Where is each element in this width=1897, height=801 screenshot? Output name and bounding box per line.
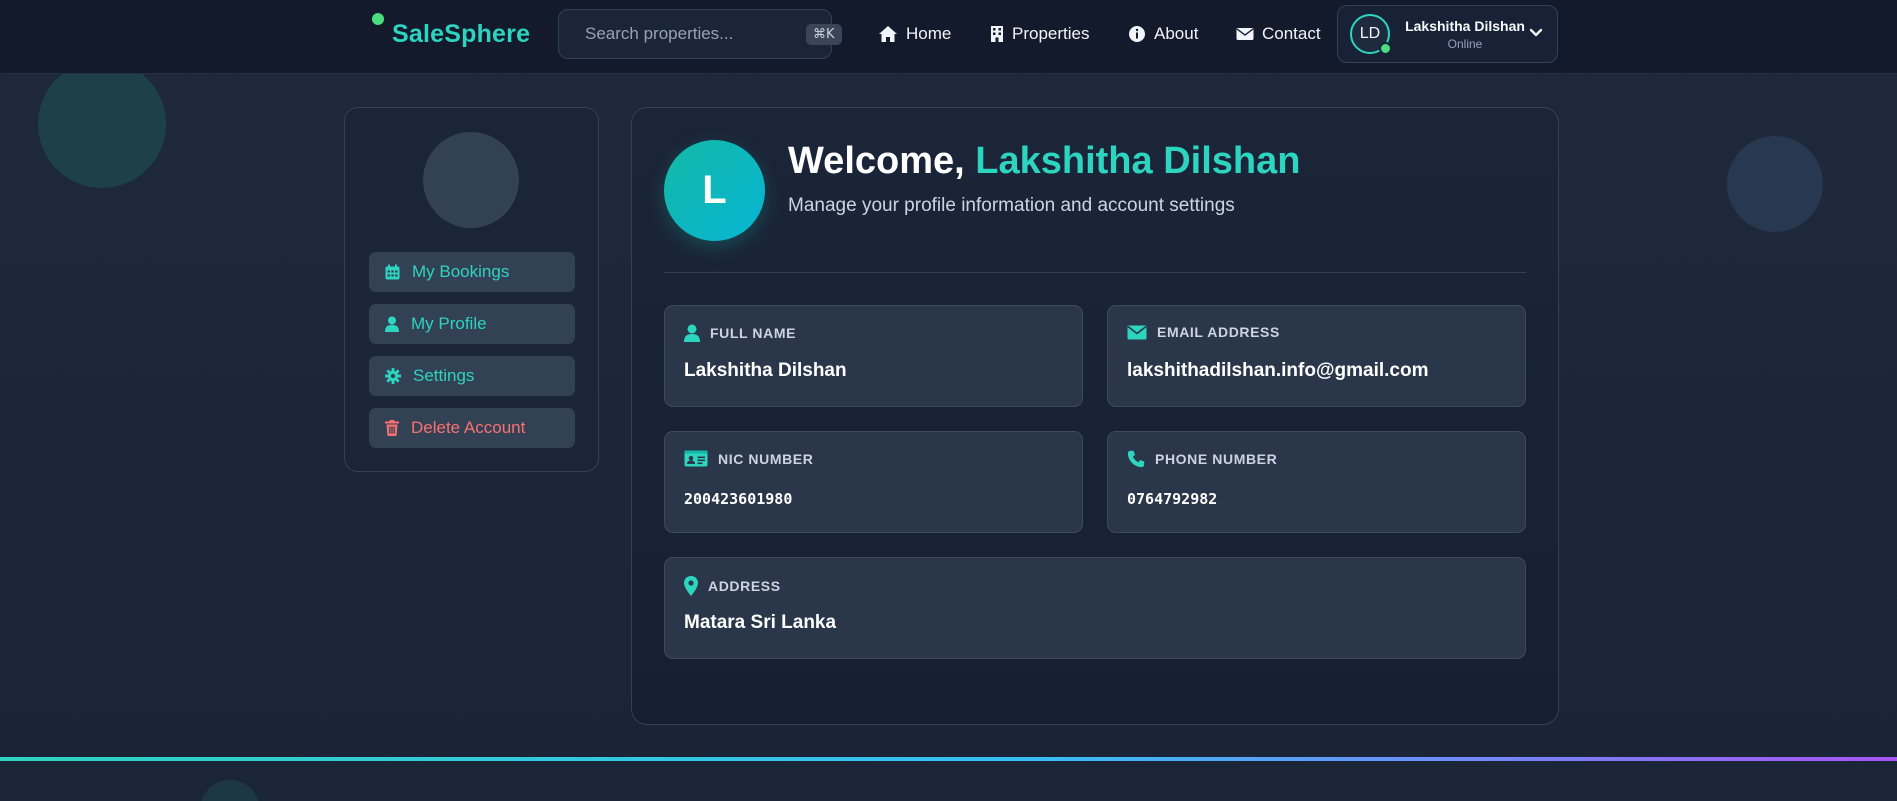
sidebar-item-my-bookings[interactable]: My Bookings bbox=[369, 252, 575, 292]
phone-field: PHONE NUMBER 0764792982 bbox=[1107, 431, 1526, 533]
top-navbar: SaleSphere ⌘K Home Properties bbox=[0, 0, 1897, 74]
field-header: NIC NUMBER bbox=[684, 450, 813, 467]
id-card-icon bbox=[684, 450, 708, 467]
field-label: PHONE NUMBER bbox=[1155, 451, 1278, 467]
nav-properties-label: Properties bbox=[1012, 24, 1090, 43]
nav-about-link[interactable]: About bbox=[1128, 18, 1198, 50]
field-header: FULL NAME bbox=[684, 324, 796, 342]
nav-home-link[interactable]: Home bbox=[878, 18, 951, 50]
gear-icon bbox=[385, 368, 401, 384]
divider bbox=[664, 272, 1526, 273]
sidebar-item-label: Settings bbox=[413, 366, 475, 385]
field-header: ADDRESS bbox=[684, 576, 781, 596]
full-name-field: FULL NAME Lakshitha Dilshan bbox=[664, 305, 1083, 407]
sidebar-item-my-profile[interactable]: My Profile bbox=[369, 304, 575, 344]
field-label: ADDRESS bbox=[708, 578, 781, 594]
map-pin-icon bbox=[684, 576, 698, 596]
email-value: lakshithadilshan.info@gmail.com bbox=[1127, 360, 1429, 381]
avatar-initials: LD bbox=[1359, 25, 1381, 42]
nav-about-label: About bbox=[1154, 24, 1199, 43]
home-icon bbox=[879, 26, 897, 42]
page-title: Welcome, Lakshitha Dilshan bbox=[788, 140, 1300, 183]
brand-logo[interactable]: SaleSphere bbox=[372, 12, 530, 56]
nav-properties-link[interactable]: Properties bbox=[990, 18, 1089, 50]
avatar: LD bbox=[1350, 14, 1392, 55]
envelope-icon bbox=[1236, 28, 1254, 40]
online-status-dot bbox=[1379, 42, 1392, 55]
sidebar-item-settings[interactable]: Settings bbox=[369, 356, 575, 396]
chevron-down-icon bbox=[1529, 28, 1543, 37]
envelope-icon bbox=[1127, 325, 1147, 339]
field-header: EMAIL ADDRESS bbox=[1127, 324, 1280, 340]
phone-value: 0764792982 bbox=[1127, 490, 1218, 508]
address-field: ADDRESS Matara Sri Lanka bbox=[664, 557, 1526, 659]
page-subtitle: Manage your profile information and acco… bbox=[788, 195, 1235, 216]
info-icon bbox=[1129, 26, 1145, 42]
user-icon bbox=[684, 324, 700, 342]
search-box: ⌘K bbox=[558, 9, 842, 59]
user-icon bbox=[385, 316, 399, 332]
sidebar-item-label: My Profile bbox=[411, 314, 487, 333]
building-icon bbox=[991, 26, 1003, 42]
search-input[interactable] bbox=[585, 24, 806, 44]
profile-avatar-initial: L bbox=[702, 168, 727, 212]
profile-card: L Welcome, Lakshitha Dilshan Manage your… bbox=[631, 107, 1559, 725]
nic-field: NIC NUMBER 200423601980 bbox=[664, 431, 1083, 533]
field-label: EMAIL ADDRESS bbox=[1157, 324, 1280, 340]
field-label: FULL NAME bbox=[710, 325, 797, 341]
user-name: Lakshitha Dilshan bbox=[1405, 17, 1525, 34]
profile-sidebar: My Bookings My Profile Settings Delete A… bbox=[344, 107, 599, 472]
user-status: Online bbox=[1447, 36, 1483, 51]
brand-status-dot bbox=[372, 13, 384, 25]
address-value: Matara Sri Lanka bbox=[684, 612, 837, 633]
phone-icon bbox=[1127, 450, 1145, 468]
background-decor-circle bbox=[38, 60, 166, 188]
full-name-value: Lakshitha Dilshan bbox=[684, 360, 847, 381]
footer bbox=[0, 761, 1897, 801]
sidebar-item-label: My Bookings bbox=[412, 262, 510, 281]
nic-value: 200423601980 bbox=[684, 490, 793, 508]
email-field: EMAIL ADDRESS lakshithadilshan.info@gmai… bbox=[1107, 305, 1526, 407]
background-decor-circle bbox=[1727, 136, 1823, 232]
user-info: Lakshitha Dilshan Online bbox=[1404, 18, 1526, 51]
nav-home-label: Home bbox=[906, 24, 952, 43]
search-shortcut-badge: ⌘K bbox=[806, 23, 842, 45]
sidebar-item-label: Delete Account bbox=[411, 418, 526, 437]
nav-contact-label: Contact bbox=[1262, 24, 1321, 43]
brand-name: SaleSphere bbox=[392, 19, 531, 48]
profile-avatar: L bbox=[664, 140, 765, 241]
field-header: PHONE NUMBER bbox=[1127, 450, 1277, 468]
trash-icon bbox=[385, 420, 399, 436]
calendar-icon bbox=[385, 264, 400, 280]
nav-contact-link[interactable]: Contact bbox=[1236, 18, 1321, 50]
sidebar-avatar bbox=[423, 132, 519, 228]
sidebar-item-delete-account[interactable]: Delete Account bbox=[369, 408, 575, 448]
welcome-prefix: Welcome, bbox=[788, 140, 976, 182]
field-label: NIC NUMBER bbox=[718, 450, 814, 467]
user-menu-button[interactable]: LD Lakshitha Dilshan Online bbox=[1337, 5, 1558, 63]
welcome-name: Lakshitha Dilshan bbox=[975, 140, 1301, 182]
